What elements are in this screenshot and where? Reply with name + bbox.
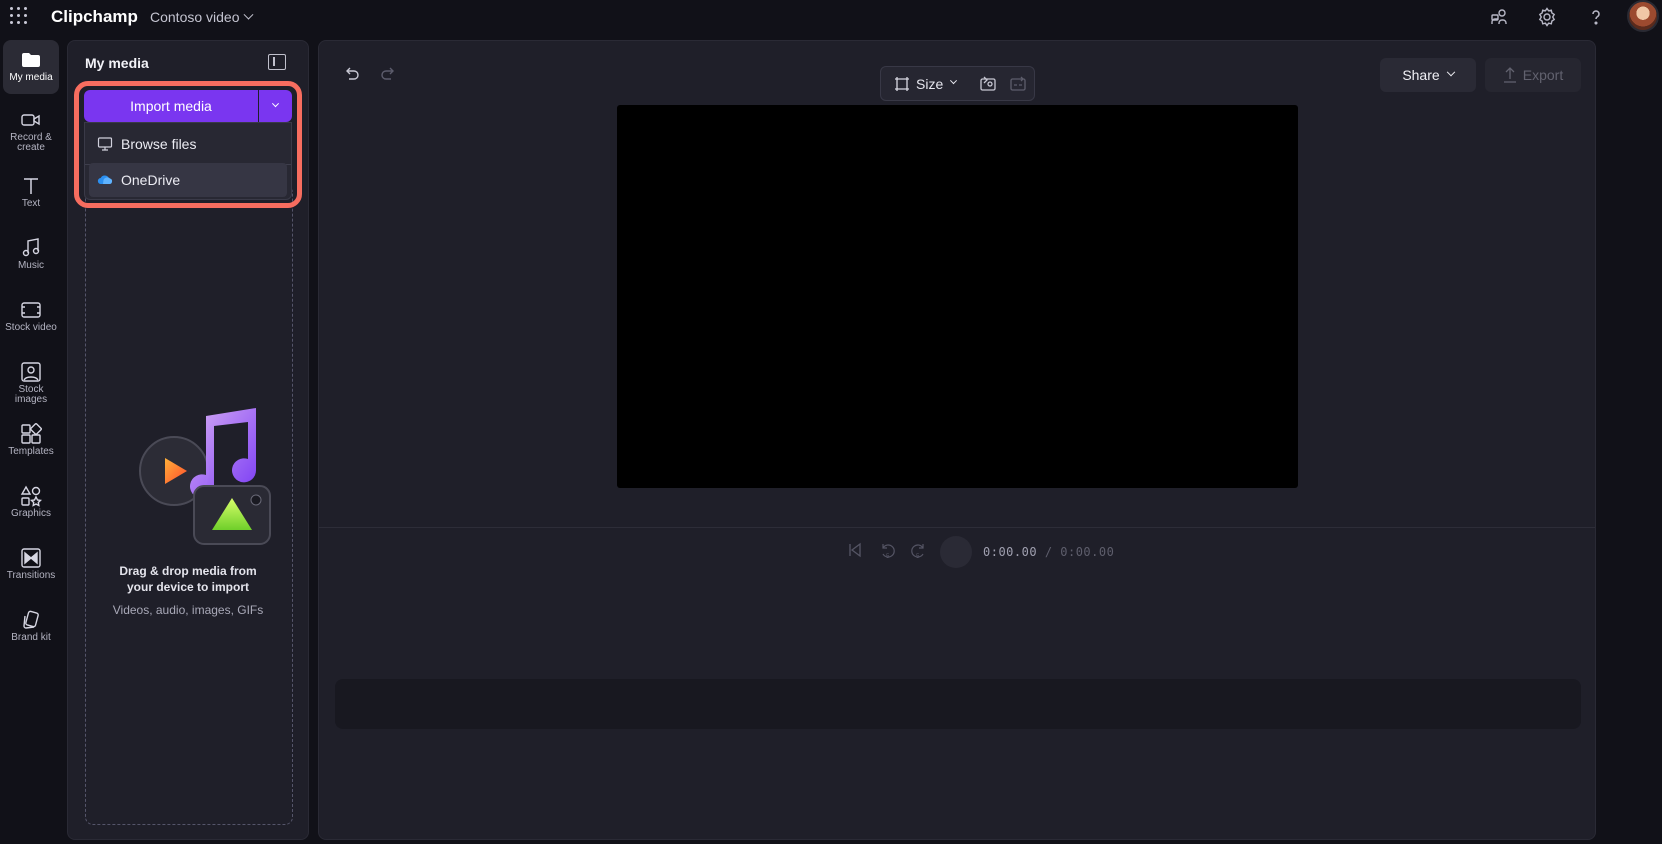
rail-item-label: Brand kit bbox=[11, 632, 51, 643]
project-name-dropdown[interactable]: Contoso video bbox=[150, 9, 253, 25]
rail-item-label: Transitions bbox=[6, 570, 56, 581]
editor-area: Size Share Export 5 5 0:00.00 / 0:00.00 bbox=[318, 40, 1596, 840]
export-button[interactable]: Export bbox=[1485, 58, 1581, 92]
drop-title: Drag & drop media from your device to im… bbox=[119, 564, 257, 594]
templates-icon bbox=[21, 423, 42, 444]
avatar[interactable] bbox=[1627, 0, 1659, 32]
rail-item-my-media[interactable]: My media bbox=[3, 40, 59, 94]
chevron-down-icon bbox=[271, 99, 280, 107]
forward-5-icon[interactable]: 5 bbox=[909, 542, 927, 560]
chevron-down-icon bbox=[950, 77, 958, 85]
rail-item-label: Graphics bbox=[10, 508, 51, 519]
rail-item-label: Stock images bbox=[14, 384, 48, 405]
rail-item-brand-kit[interactable]: Brand kit bbox=[3, 600, 59, 652]
timeline-track[interactable] bbox=[335, 679, 1581, 729]
top-bar: Clipchamp Contoso video bbox=[0, 0, 1662, 36]
canvas-toolbar: Size bbox=[880, 66, 1035, 101]
share-button[interactable]: Share bbox=[1380, 58, 1476, 92]
rail-item-record-create[interactable]: Record & create bbox=[3, 100, 59, 158]
text-icon bbox=[24, 178, 38, 194]
playback-controls: 5 5 0:00.00 / 0:00.00 bbox=[319, 533, 1595, 573]
rail-item-text[interactable]: Text bbox=[3, 166, 59, 218]
drop-zone[interactable] bbox=[85, 185, 293, 825]
folder-icon bbox=[22, 53, 40, 67]
media-illustration bbox=[139, 408, 271, 545]
background-fill-icon[interactable] bbox=[979, 75, 997, 93]
chevron-down-icon bbox=[1446, 67, 1455, 77]
captions-icon[interactable] bbox=[1009, 75, 1027, 93]
menu-item-label: Browse files bbox=[121, 136, 197, 152]
help-icon[interactable] bbox=[1586, 7, 1606, 27]
rail-item-stock-video[interactable]: Stock video bbox=[3, 290, 59, 342]
rail-item-label: My media bbox=[9, 72, 53, 83]
menu-item-browse-files[interactable]: Browse files bbox=[85, 125, 291, 163]
menu-item-label: OneDrive bbox=[121, 172, 181, 188]
app-brand: Clipchamp bbox=[51, 7, 138, 26]
rail-item-label: Music bbox=[17, 260, 45, 271]
import-media-dropdown-button[interactable] bbox=[259, 90, 292, 122]
panel-title: My media bbox=[85, 55, 149, 71]
rail-item-label: Record & create bbox=[10, 132, 52, 153]
film-icon bbox=[21, 302, 41, 318]
chevron-down-icon bbox=[243, 9, 253, 20]
time-display: 0:00.00 / 0:00.00 bbox=[983, 545, 1114, 559]
rail-item-label: Templates bbox=[8, 446, 54, 457]
export-label: Export bbox=[1522, 67, 1564, 83]
share-label: Share bbox=[1402, 67, 1440, 83]
export-icon bbox=[1503, 67, 1516, 83]
gear-icon[interactable] bbox=[1537, 7, 1557, 27]
size-label: Size bbox=[916, 75, 944, 92]
play-button[interactable] bbox=[940, 536, 972, 568]
rail-item-templates[interactable]: Templates bbox=[3, 414, 59, 466]
camera-icon bbox=[21, 114, 40, 126]
current-time: 0:00.00 bbox=[983, 545, 1038, 559]
rail-item-music[interactable]: Music bbox=[3, 228, 59, 280]
app-launcher-icon[interactable] bbox=[10, 7, 28, 25]
rail-item-graphics[interactable]: Graphics bbox=[3, 476, 59, 528]
menu-item-onedrive[interactable]: OneDrive bbox=[89, 163, 287, 197]
rail-item-label: Stock video bbox=[5, 322, 57, 333]
import-media-button[interactable]: Import media bbox=[84, 90, 258, 122]
skip-back-icon[interactable] bbox=[847, 542, 863, 558]
drop-subtitle: Videos, audio, images, GIFs bbox=[112, 603, 264, 617]
people-icon[interactable] bbox=[1489, 7, 1509, 27]
total-time: / 0:00.00 bbox=[1044, 545, 1115, 559]
collapse-panel-icon[interactable] bbox=[268, 54, 286, 70]
rail-item-label: Text bbox=[21, 198, 41, 209]
transition-icon bbox=[21, 548, 41, 568]
monitor-icon bbox=[97, 137, 113, 151]
video-preview[interactable] bbox=[617, 105, 1298, 488]
redo-icon[interactable] bbox=[379, 65, 397, 83]
music-icon bbox=[22, 238, 40, 257]
shapes-icon bbox=[20, 485, 42, 507]
rewind-5-icon[interactable]: 5 bbox=[879, 542, 897, 560]
project-name: Contoso video bbox=[150, 9, 240, 25]
preview-divider bbox=[319, 527, 1595, 528]
rail-item-stock-images[interactable]: Stock images bbox=[3, 352, 59, 412]
size-button[interactable]: Size bbox=[894, 75, 958, 92]
import-menu: Browse files OneDrive bbox=[84, 122, 292, 200]
onedrive-icon bbox=[97, 175, 113, 185]
resize-icon bbox=[895, 76, 909, 91]
left-rail: My media Record & create Text Music Stoc… bbox=[0, 38, 62, 844]
image-icon bbox=[21, 362, 41, 382]
undo-icon[interactable] bbox=[343, 65, 361, 83]
brand-kit-icon bbox=[23, 610, 39, 629]
rail-item-transitions[interactable]: Transitions bbox=[3, 538, 59, 590]
